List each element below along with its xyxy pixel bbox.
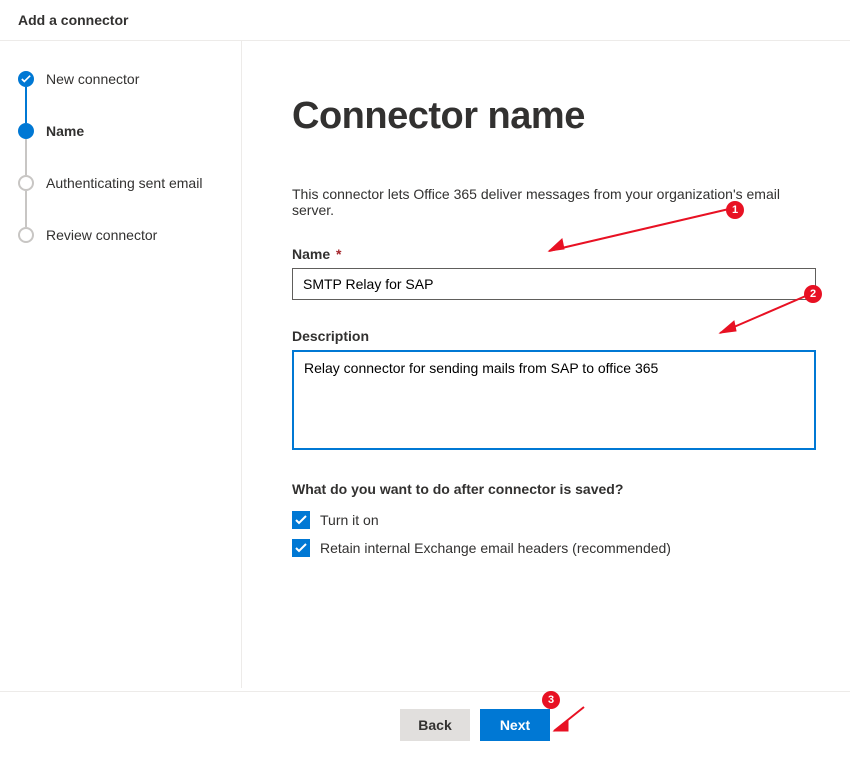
name-field-block: Name * [292,246,822,300]
filled-circle-icon [18,123,34,139]
description-field-block: Description [292,328,822,453]
step-label: Review connector [46,227,157,243]
step-label: New connector [46,71,139,87]
step-new-connector[interactable]: New connector [18,71,223,87]
body: New connector Name Authenticating sent e… [0,41,850,688]
description-label: Description [292,328,822,344]
step-review[interactable]: Review connector [18,227,223,243]
wizard-footer: Back Next [0,691,850,757]
empty-circle-icon [18,175,34,191]
main-content: Connector name This connector lets Offic… [242,41,850,688]
empty-circle-icon [18,227,34,243]
name-label: Name * [292,246,822,262]
step-auth-email[interactable]: Authenticating sent email [18,175,223,191]
checkbox-checked-icon[interactable] [292,511,310,529]
step-connector-line [25,191,27,227]
header-title: Add a connector [18,12,832,28]
name-input[interactable] [292,268,816,300]
checkbox-row-retain-headers[interactable]: Retain internal Exchange email headers (… [292,539,822,557]
next-button[interactable]: Next [480,709,550,741]
step-connector-line [25,139,27,175]
checkbox-label: Turn it on [320,512,379,528]
page-title: Connector name [292,95,822,138]
checkbox-checked-icon[interactable] [292,539,310,557]
checkbox-row-turn-on[interactable]: Turn it on [292,511,822,529]
step-name[interactable]: Name [18,123,223,139]
description-input[interactable] [292,350,816,450]
wizard-stepper: New connector Name Authenticating sent e… [0,41,242,688]
step-label: Authenticating sent email [46,175,202,191]
step-label: Name [46,123,84,139]
name-label-text: Name [292,246,330,262]
check-circle-icon [18,71,34,87]
after-save-question: What do you want to do after connector i… [292,481,822,497]
after-save-section: What do you want to do after connector i… [292,481,822,557]
back-button[interactable]: Back [400,709,470,741]
intro-text: This connector lets Office 365 deliver m… [292,186,822,218]
step-connector-line [25,87,27,123]
checkbox-label: Retain internal Exchange email headers (… [320,540,671,556]
required-star-icon: * [336,246,341,262]
header: Add a connector [0,0,850,41]
